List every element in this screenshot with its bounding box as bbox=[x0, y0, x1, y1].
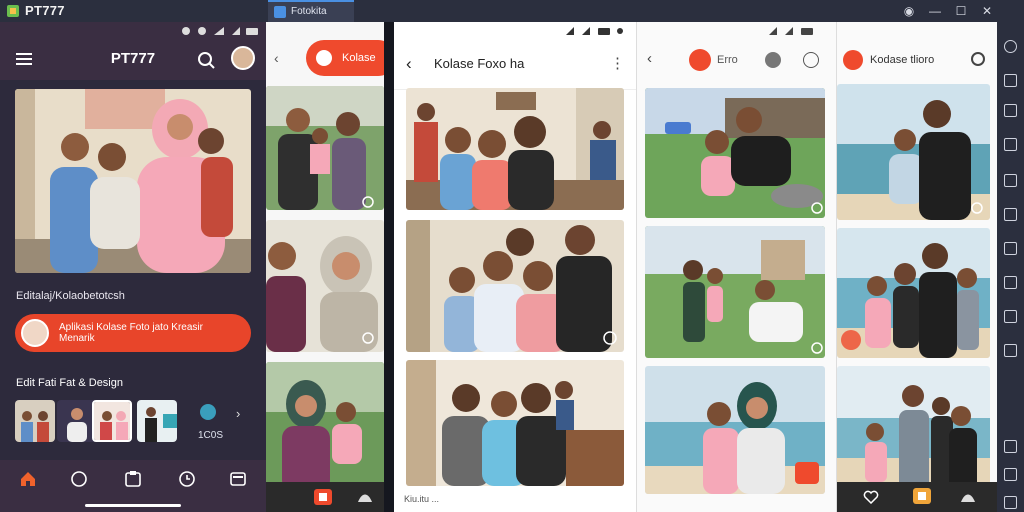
more-options-icon[interactable]: ⋮ bbox=[610, 54, 625, 72]
apk-icon[interactable] bbox=[1004, 174, 1017, 187]
gallery-header: ‹ Erro bbox=[637, 40, 836, 80]
collage-photo[interactable] bbox=[645, 366, 825, 494]
folder-icon[interactable] bbox=[1004, 208, 1017, 221]
promo-cta-label: Aplikasi Kolase Foto jato Kreasir Menari… bbox=[59, 322, 203, 344]
collage-photo[interactable] bbox=[645, 88, 825, 218]
more-templates-count: 1C0S bbox=[198, 430, 224, 441]
collage-list-panel: Kodase tlioro bbox=[836, 22, 997, 512]
bottom-nav bbox=[0, 460, 266, 512]
chevron-right-icon[interactable]: › bbox=[236, 406, 240, 421]
clock-icon[interactable] bbox=[1004, 40, 1017, 53]
back-icon[interactable]: ‹ bbox=[274, 50, 279, 66]
emulator-side-toolbar bbox=[997, 22, 1024, 512]
template-thumbnail[interactable] bbox=[92, 400, 132, 442]
home-icon[interactable] bbox=[1004, 468, 1017, 481]
close-button[interactable]: ✕ bbox=[974, 0, 1000, 22]
template-thumbnail[interactable] bbox=[57, 400, 97, 442]
collage-photo[interactable] bbox=[837, 228, 990, 358]
back-icon[interactable]: ‹ bbox=[406, 54, 412, 74]
tab-fotokita[interactable]: Fotokita bbox=[268, 0, 354, 22]
section-heading: Edit Fati Fat & Design bbox=[16, 377, 123, 389]
user-icon[interactable] bbox=[765, 52, 781, 68]
list-title: Kodase tlioro bbox=[870, 54, 935, 66]
panel-divider bbox=[384, 22, 394, 512]
editor-header: ‹ Kolase Foxo ha ⋮ bbox=[394, 40, 636, 90]
status-bar bbox=[0, 22, 266, 40]
collage-photo[interactable] bbox=[406, 88, 624, 210]
shake-icon[interactable] bbox=[1004, 242, 1017, 255]
back-icon[interactable]: ‹ bbox=[647, 50, 652, 67]
location-icon[interactable]: ◉ bbox=[896, 0, 922, 22]
tab-icon bbox=[274, 6, 286, 18]
minimize-button[interactable]: — bbox=[922, 0, 948, 22]
collage-photo[interactable] bbox=[266, 86, 384, 210]
template-thumbnail[interactable] bbox=[15, 400, 55, 442]
footer-caption: Kiu.itu ... bbox=[404, 494, 440, 504]
status-bar bbox=[394, 22, 636, 40]
collage-photo[interactable] bbox=[266, 220, 384, 352]
app-name: PT777 bbox=[25, 3, 65, 18]
main-app-panel: PT777 Editalaj/Kolaobetotcsh Aplikasi Ko… bbox=[0, 22, 266, 512]
tab-label: Fotokita bbox=[291, 6, 327, 17]
emulator-title-bar: PT777 Fotokita ◉ — ☐ ✕ bbox=[0, 0, 1024, 22]
brand-icon[interactable] bbox=[689, 49, 711, 71]
chat-icon[interactable] bbox=[70, 470, 88, 488]
rotate-icon[interactable] bbox=[1004, 310, 1017, 323]
brand-icon[interactable] bbox=[843, 50, 863, 70]
avatar bbox=[21, 319, 49, 347]
list-header: Kodase tlioro bbox=[837, 40, 997, 80]
home-icon[interactable] bbox=[19, 470, 37, 488]
app-header: PT777 bbox=[0, 40, 266, 80]
maximize-button[interactable]: ☐ bbox=[948, 0, 974, 22]
status-bar bbox=[637, 22, 836, 40]
collage-photo[interactable] bbox=[266, 362, 384, 492]
brand-icon bbox=[316, 50, 332, 66]
keyboard-icon[interactable] bbox=[1004, 74, 1017, 87]
gallery-panel: ‹ Erro bbox=[636, 22, 836, 512]
action-bar bbox=[837, 482, 997, 512]
collage-photo[interactable] bbox=[837, 84, 990, 220]
home-indicator bbox=[85, 504, 181, 507]
volume-icon[interactable] bbox=[1004, 344, 1017, 357]
featured-photo[interactable] bbox=[15, 89, 251, 273]
more-templates-icon[interactable] bbox=[200, 404, 216, 420]
screen-icon[interactable] bbox=[1004, 104, 1017, 117]
collage-editor-panel: ‹ Kolase Foxo ha ⋮ Kiu.itu ... bbox=[394, 22, 636, 512]
collage-preview-panel: ‹ Kolase bbox=[266, 22, 384, 512]
collage-photo[interactable] bbox=[406, 360, 624, 486]
collage-photo[interactable] bbox=[406, 220, 624, 352]
promo-cta-button[interactable]: Aplikasi Kolase Foto jato Kreasir Menari… bbox=[15, 314, 251, 352]
template-thumbnail[interactable] bbox=[137, 400, 177, 442]
avatar[interactable] bbox=[231, 46, 255, 70]
collage-photo[interactable] bbox=[837, 366, 990, 492]
clock-icon[interactable] bbox=[178, 470, 196, 488]
app-logo-icon bbox=[6, 4, 20, 18]
action-bar bbox=[266, 482, 384, 512]
location-icon[interactable] bbox=[1004, 276, 1017, 289]
section-heading: Editalaj/Kolaobetotcsh bbox=[16, 290, 125, 302]
camera-icon[interactable] bbox=[1004, 138, 1017, 151]
gallery-icon[interactable] bbox=[229, 470, 247, 488]
search-icon[interactable] bbox=[971, 52, 985, 66]
search-icon[interactable] bbox=[197, 51, 215, 69]
editor-title: Kolase Foxo ha bbox=[434, 56, 525, 71]
gallery-label: Erro bbox=[717, 54, 738, 66]
app-title: PT777 bbox=[110, 50, 156, 67]
collage-pill-label: Kolase bbox=[342, 52, 376, 64]
recents-icon[interactable] bbox=[1004, 496, 1017, 509]
tag-icon[interactable] bbox=[124, 470, 142, 488]
collage-photo[interactable] bbox=[645, 226, 825, 358]
back-icon[interactable] bbox=[1004, 440, 1017, 453]
collage-pill-button[interactable]: Kolase bbox=[306, 40, 384, 76]
info-icon[interactable] bbox=[803, 52, 819, 68]
